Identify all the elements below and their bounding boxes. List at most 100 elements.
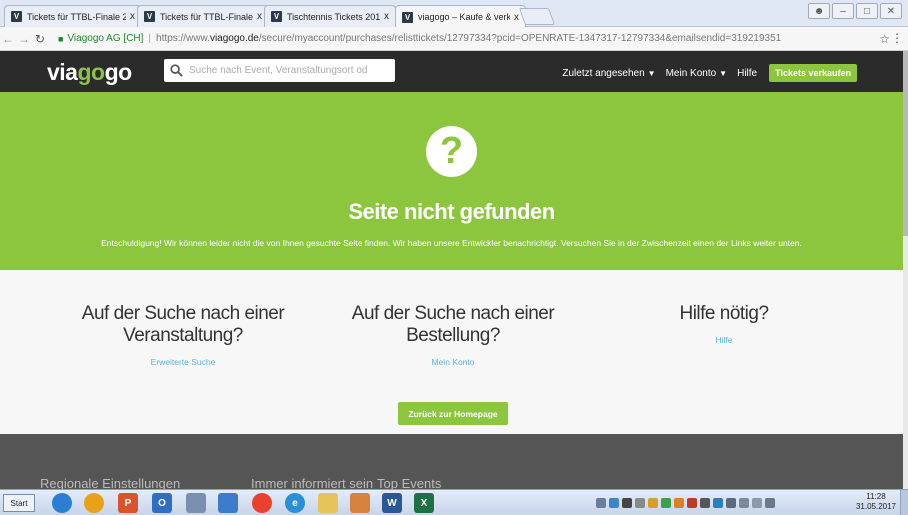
search-input[interactable]: Suche nach Event, Veranstaltungsort od <box>164 59 395 82</box>
tab-title: Tickets für TTBL-Finale 201 <box>160 11 253 22</box>
tray-app-icon[interactable] <box>713 498 723 508</box>
pdf-reader-icon[interactable] <box>350 493 370 513</box>
tray-app-icon[interactable] <box>661 498 671 508</box>
browser-tab[interactable]: V Tischtennis Tickets 2017 | x <box>264 5 396 27</box>
help-links-section: Auf der Suche nach einer Veranstaltung? … <box>0 270 903 434</box>
word-icon[interactable]: W <box>382 493 402 513</box>
chevron-down-icon: ▼ <box>647 68 656 78</box>
browser-tab[interactable]: V Tickets für TTBL-Finale 201 x <box>4 5 142 27</box>
volume-icon[interactable] <box>726 498 736 508</box>
back-arrow-icon[interactable]: ← <box>0 32 16 46</box>
question-mark-icon: ? <box>426 126 477 177</box>
page-scrollbar[interactable] <box>903 51 908 489</box>
my-account-label: Mein Konto <box>665 67 717 79</box>
tray-app-icon[interactable] <box>700 498 710 508</box>
tab-title: Tischtennis Tickets 2017 | <box>287 11 380 22</box>
powerpoint-icon[interactable]: P <box>118 493 138 513</box>
url-path: /secure/myaccount/purchases/relistticket… <box>258 33 782 44</box>
logo-text: go <box>104 59 133 85</box>
window-controls: ☻ – □ ✕ <box>808 3 902 19</box>
clock-date: 31.05.2017 <box>855 502 896 511</box>
url-prefix: https://www. <box>156 33 210 44</box>
menu-kebab-icon[interactable]: ⋮ <box>891 31 903 45</box>
search-placeholder: Suche nach Event, Veranstaltungsort od <box>189 65 368 76</box>
url-field[interactable]: ■ Viagogo AG [CH] | https://www. viagogo… <box>58 33 781 44</box>
show-desktop-button[interactable] <box>900 490 908 515</box>
header-nav: Zuletzt angesehen ▼ Mein Konto ▼ Hilfe Tic… <box>562 64 857 82</box>
maximize-icon[interactable]: □ <box>856 3 878 19</box>
recently-viewed-label: Zuletzt angesehen <box>562 67 645 79</box>
clock-time: 11:28 <box>866 492 886 501</box>
outlook-icon[interactable]: O <box>152 493 172 513</box>
excel-icon[interactable]: X <box>414 493 434 513</box>
media-player-icon[interactable] <box>84 493 104 513</box>
my-account-menu[interactable]: Mein Konto ▼ <box>666 68 728 79</box>
tray-app-icon[interactable] <box>635 498 645 508</box>
order-search-heading: Auf der Suche nach einer Bestellung? <box>351 303 555 346</box>
advanced-search-link[interactable]: Erweiterte Suche <box>63 357 303 367</box>
flag-icon[interactable] <box>752 498 762 508</box>
help-link[interactable]: Hilfe <box>604 335 844 345</box>
back-to-homepage-button[interactable]: Zurück zur Homepage <box>398 402 508 425</box>
logo-text: via <box>47 59 78 85</box>
site-footer: Regionale Einstellungen Immer informiert… <box>0 434 903 491</box>
site-origin-label: Viagogo AG [CH] <box>67 33 144 44</box>
url-host: viagogo.de <box>209 33 259 44</box>
reload-icon[interactable]: ↻ <box>32 32 48 46</box>
help-heading: Hilfe nötig? <box>679 303 769 324</box>
folder-icon[interactable] <box>318 493 338 513</box>
tab-title: Tickets für TTBL-Finale 201 <box>27 11 126 22</box>
start-button[interactable]: Start <box>3 494 35 512</box>
calculator-icon[interactable] <box>186 493 206 513</box>
internet-explorer-icon[interactable]: e <box>285 493 305 513</box>
close-tab-icon[interactable]: x <box>384 11 389 22</box>
viagogo-favicon-icon: V <box>11 11 22 22</box>
sell-tickets-button[interactable]: Tickets verkaufen <box>769 64 857 82</box>
minimize-icon[interactable]: – <box>832 3 854 19</box>
help-link[interactable]: Hilfe <box>737 68 757 79</box>
chevron-down-icon: ▼ <box>719 68 728 78</box>
event-search-heading: Auf der Suche nach einer Veranstaltung? <box>81 303 285 346</box>
browser-globe-icon[interactable] <box>52 493 72 513</box>
browser-tab[interactable]: V Tickets für TTBL-Finale 201 x <box>137 5 269 27</box>
forward-arrow-icon[interactable]: → <box>16 32 32 46</box>
lock-icon: ■ <box>58 33 64 44</box>
start-label: Start <box>10 498 28 508</box>
recently-viewed-menu[interactable]: Zuletzt angesehen ▼ <box>562 68 655 79</box>
tray-app-icon[interactable] <box>622 498 632 508</box>
close-tab-icon[interactable]: x <box>257 11 262 22</box>
viagogo-logo[interactable]: viagogo <box>47 59 132 86</box>
windows-taskbar: Start P O e W X 11:28 31.05.2017 <box>0 489 908 515</box>
event-search-column: Auf der Suche nach einer Veranstaltung? … <box>63 303 303 367</box>
viagogo-favicon-icon: V <box>144 11 155 22</box>
tray-app-icon[interactable] <box>687 498 697 508</box>
my-account-link[interactable]: Mein Konto <box>333 357 573 367</box>
close-window-icon[interactable]: ✕ <box>880 3 902 19</box>
browser-tab-active[interactable]: V viagogo – Kaufe & verkaufe x <box>395 5 526 28</box>
tray-app-icon[interactable] <box>648 498 658 508</box>
viagogo-favicon-icon: V <box>271 11 282 22</box>
power-icon[interactable] <box>765 498 775 508</box>
page-title: Seite nicht gefunden <box>348 199 555 224</box>
search-icon <box>170 64 183 77</box>
error-hero: ? Seite nicht gefunden Entschuldigung! W… <box>0 92 903 270</box>
keyboard-icon[interactable] <box>596 498 606 508</box>
new-tab-button[interactable] <box>518 8 556 25</box>
tab-title: viagogo – Kaufe & verkaufe <box>418 12 510 22</box>
browser-tab-strip: V Tickets für TTBL-Finale 201 x V Ticket… <box>0 0 908 28</box>
viagogo-favicon-icon: V <box>402 11 413 23</box>
tray-app-icon[interactable] <box>674 498 684 508</box>
close-tab-icon[interactable]: x <box>514 12 519 23</box>
bookmark-star-icon[interactable]: ☆ <box>879 32 890 46</box>
error-message: Entschuldigung! Wir können leider nicht … <box>101 238 802 248</box>
address-bar: ← → ↻ ■ Viagogo AG [CH] | https://www. v… <box>0 27 908 51</box>
site-header: viagogo Suche nach Event, Veranstaltungs… <box>0 51 903 92</box>
book-icon[interactable] <box>218 493 238 513</box>
scrollbar-thumb[interactable] <box>903 51 908 236</box>
network-icon[interactable] <box>739 498 749 508</box>
taskbar-clock[interactable]: 11:28 31.05.2017 <box>856 492 896 512</box>
user-icon[interactable]: ☻ <box>808 3 830 19</box>
tray-app-icon[interactable] <box>609 498 619 508</box>
close-tab-icon[interactable]: x <box>130 11 135 22</box>
chrome-icon[interactable] <box>252 493 272 513</box>
